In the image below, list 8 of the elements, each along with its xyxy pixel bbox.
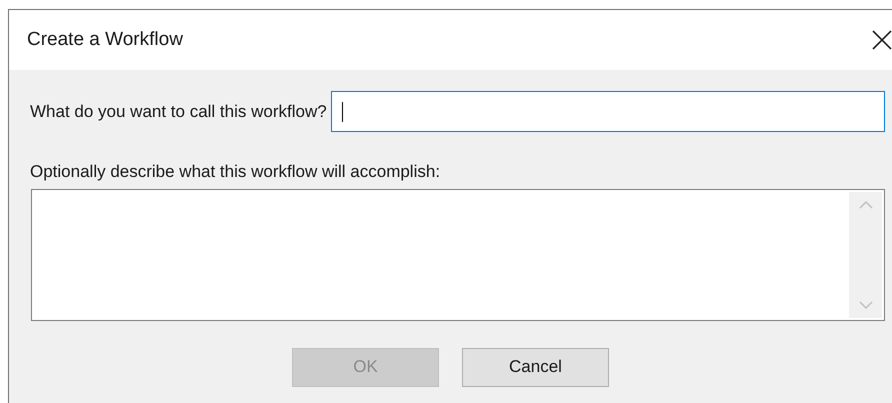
input-field[interactable] — [330, 91, 885, 132]
field-label: What do you want to call this workflow? — [30, 100, 327, 123]
window-title: Create a Workflow — [27, 28, 184, 52]
dialog-button[interactable]: Cancel — [462, 348, 609, 386]
field-label: Optionally describe what this workflow will accomplish: — [30, 161, 440, 183]
text-area[interactable] — [31, 188, 885, 320]
scrollbar[interactable] — [849, 192, 882, 318]
close-icon[interactable] — [872, 30, 892, 50]
